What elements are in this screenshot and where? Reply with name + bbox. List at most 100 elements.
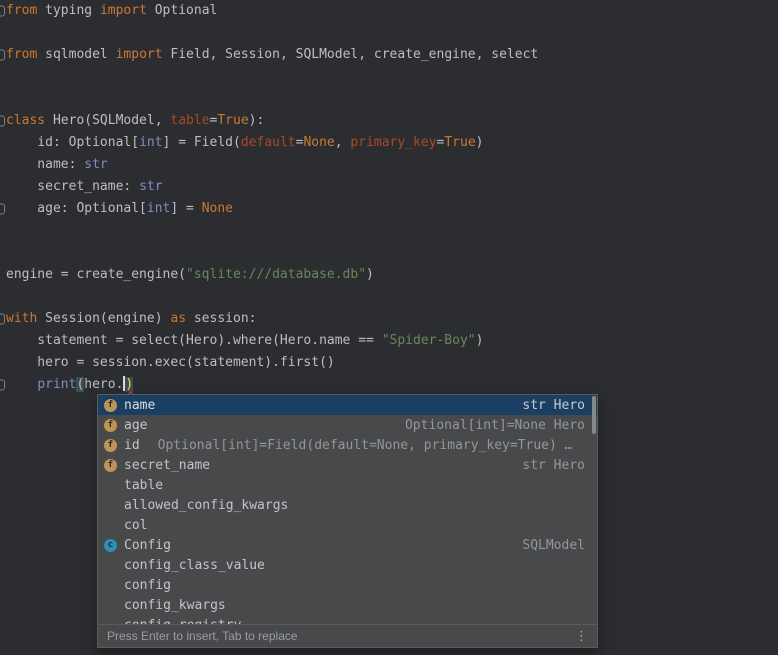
completion-type-hint: Optional[int]=None Hero xyxy=(405,418,585,433)
code-line[interactable]: name: str xyxy=(0,154,778,176)
code-segment: ] = xyxy=(170,201,201,216)
completion-item[interactable]: fid Optional[int]=Field(default=None, pri… xyxy=(98,435,597,455)
completion-label: config_kwargs xyxy=(124,598,226,613)
code-segment: import xyxy=(100,3,147,18)
no-icon-spacer xyxy=(104,479,117,492)
code-line[interactable] xyxy=(0,66,778,88)
no-icon-spacer xyxy=(104,599,117,612)
completion-type-hint: SQLModel xyxy=(522,538,585,553)
code-segment: None xyxy=(303,135,334,150)
completion-label: table xyxy=(124,478,163,493)
completion-label: name xyxy=(124,398,155,413)
completion-label: secret_name xyxy=(124,458,210,473)
gutter-icon[interactable] xyxy=(0,6,5,17)
code-segment: engine = create_engine( xyxy=(6,267,186,282)
code-segment: ) xyxy=(366,267,374,282)
code-line[interactable]: statement = select(Hero).where(Hero.name… xyxy=(0,330,778,352)
code-segment: primary_key xyxy=(350,135,436,150)
kebab-menu-icon[interactable]: ⋮ xyxy=(575,629,588,644)
field-icon: f xyxy=(104,419,117,432)
code-segment: "Spider-Boy" xyxy=(382,333,476,348)
autocomplete-footer: Press Enter to insert, Tab to replace ⋮ xyxy=(98,624,597,647)
code-segment: statement = select(Hero).where(Hero.name… xyxy=(6,333,382,348)
completion-type-hint: str Hero xyxy=(522,458,585,473)
code-segment: as xyxy=(170,311,186,326)
code-line[interactable]: id: Optional[int] = Field(default=None, … xyxy=(0,132,778,154)
code-line[interactable] xyxy=(0,220,778,242)
code-segment: ) xyxy=(476,333,484,348)
completion-label: config_class_value xyxy=(124,558,265,573)
completion-item[interactable]: fage Optional[int]=None Hero xyxy=(98,415,597,435)
completion-label: Config xyxy=(124,538,171,553)
completion-item[interactable]: table xyxy=(98,475,597,495)
completion-item[interactable]: config xyxy=(98,575,597,595)
completion-item[interactable]: config_kwargs xyxy=(98,595,597,615)
code-segment: "sqlite:///database.db" xyxy=(186,267,366,282)
code-segment: ): xyxy=(249,113,265,128)
code-line[interactable]: age: Optional[int] = None xyxy=(0,198,778,220)
code-line[interactable]: class Hero(SQLModel, table=True): xyxy=(0,110,778,132)
code-line[interactable]: print(hero.) xyxy=(0,374,778,396)
code-line[interactable]: with Session(engine) as session: xyxy=(0,308,778,330)
code-segment: print xyxy=(37,377,76,392)
completion-label: id xyxy=(124,438,140,453)
completion-type-hint: Optional[int]=Field(default=None, primar… xyxy=(158,438,585,453)
completion-item[interactable]: cConfigSQLModel xyxy=(98,535,597,555)
code-segment: id: Optional[ xyxy=(6,135,139,150)
code-segment: typing xyxy=(37,3,100,18)
no-icon-spacer xyxy=(104,499,117,512)
autocomplete-popup: fnamestr HerofageOptional[int]=None Hero… xyxy=(97,394,598,648)
completion-item[interactable]: allowed_config_kwargs xyxy=(98,495,597,515)
code-segment: int xyxy=(139,135,162,150)
code-segment: default xyxy=(241,135,296,150)
code-segment: Field, Session, SQLModel, create_engine,… xyxy=(163,47,539,62)
code-segment: table xyxy=(170,113,209,128)
gutter-icon[interactable] xyxy=(0,314,5,325)
code-segment: , xyxy=(335,135,351,150)
scrollbar-thumb[interactable] xyxy=(592,396,596,434)
gutter-icon[interactable] xyxy=(0,50,5,61)
completion-type-hint: str Hero xyxy=(522,398,585,413)
code-segment: Optional xyxy=(147,3,217,18)
code-segment: Hero(SQLModel, xyxy=(45,113,170,128)
completion-item[interactable]: col xyxy=(98,515,597,535)
code-segment: class xyxy=(6,113,45,128)
code-line[interactable] xyxy=(0,286,778,308)
code-segment: session: xyxy=(186,311,256,326)
code-segment: from xyxy=(6,47,37,62)
code-line[interactable]: secret_name: str xyxy=(0,176,778,198)
code-line[interactable] xyxy=(0,242,778,264)
completion-item[interactable]: config_class_value xyxy=(98,555,597,575)
code-segment: hero. xyxy=(84,377,123,392)
completion-label: age xyxy=(124,418,147,433)
code-segment: sqlmodel xyxy=(37,47,115,62)
code-line[interactable]: from typing import Optional xyxy=(0,0,778,22)
field-icon: f xyxy=(104,439,117,452)
code-segment: with xyxy=(6,311,37,326)
code-segment: int xyxy=(147,201,170,216)
code-segment: from xyxy=(6,3,37,18)
code-line[interactable]: engine = create_engine("sqlite:///databa… xyxy=(0,264,778,286)
code-segment: secret_name: xyxy=(6,179,139,194)
field-icon: f xyxy=(104,399,117,412)
code-line[interactable] xyxy=(0,88,778,110)
gutter-icon[interactable] xyxy=(0,116,5,127)
code-segment: Session(engine) xyxy=(37,311,170,326)
code-line[interactable]: from sqlmodel import Field, Session, SQL… xyxy=(0,44,778,66)
no-icon-spacer xyxy=(104,579,117,592)
gutter-icon[interactable] xyxy=(0,204,5,215)
code-segment: None xyxy=(202,201,233,216)
code-line[interactable]: hero = session.exec(statement).first() xyxy=(0,352,778,374)
code-segment: str xyxy=(84,157,107,172)
code-segment: True xyxy=(217,113,248,128)
code-segment: import xyxy=(116,47,163,62)
code-line[interactable] xyxy=(0,22,778,44)
completion-label: allowed_config_kwargs xyxy=(124,498,288,513)
code-segment: age: Optional[ xyxy=(6,201,147,216)
code-segment: hero = session.exec(statement).first() xyxy=(6,355,335,370)
completion-item[interactable]: fname str Hero xyxy=(98,395,597,415)
gutter-icon[interactable] xyxy=(0,380,5,391)
completion-item[interactable]: fsecret_namestr Hero xyxy=(98,455,597,475)
code-segment: name: xyxy=(6,157,84,172)
completion-label: col xyxy=(124,518,147,533)
